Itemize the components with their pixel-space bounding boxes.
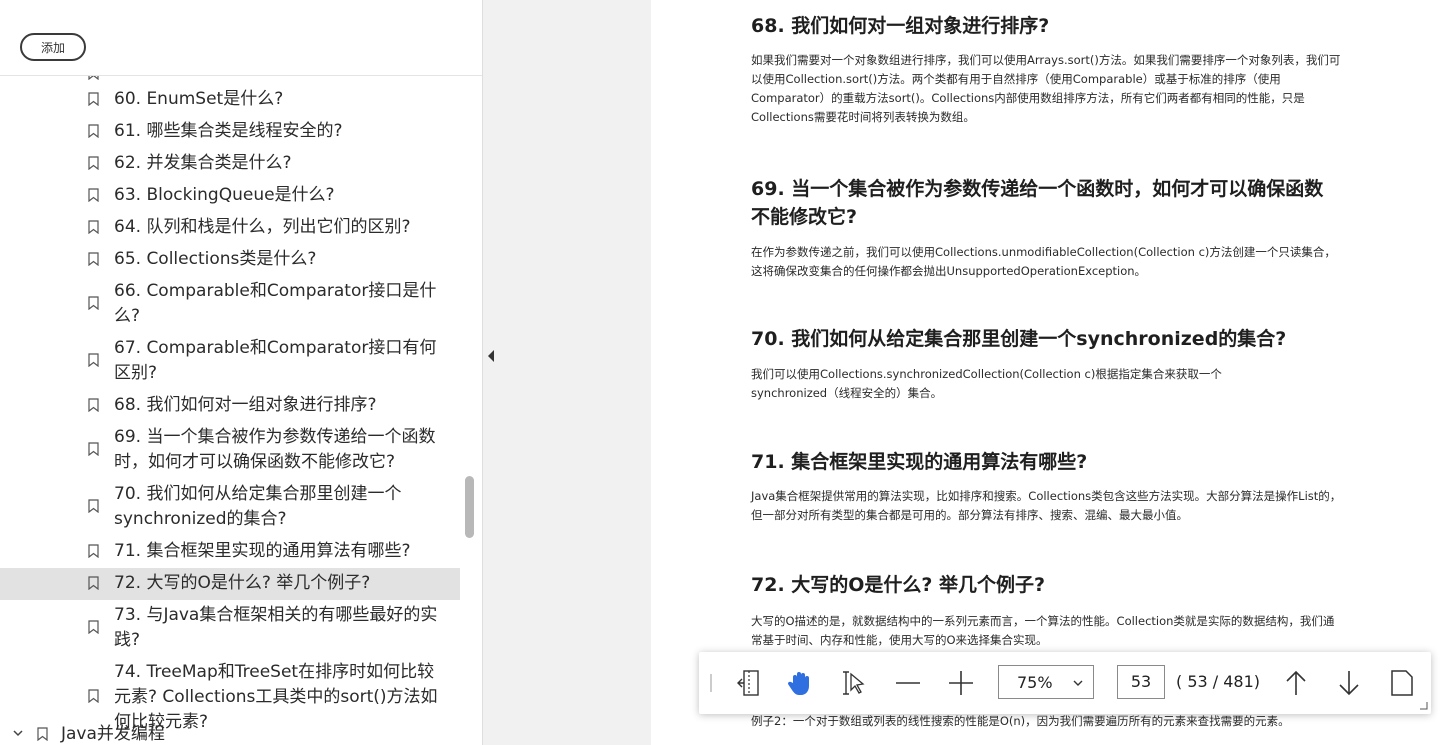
document-page: 68. 我们如何对一组对象进行排序? 如果我们需要对一个对象数组进行排序，我们可… — [651, 0, 1440, 745]
bookmark-icon — [88, 296, 99, 310]
bookmark-icon — [88, 220, 99, 234]
bookmark-icon — [88, 156, 99, 170]
section-body: 在作为参数传递之前，我们可以使用Collections.unmodifiable… — [751, 245, 1336, 278]
zoom-out-icon — [896, 682, 920, 684]
bookmark-icon — [88, 92, 99, 106]
bookmark-icon — [88, 442, 99, 456]
outline-item[interactable]: 60. EnumSet是什么? — [0, 84, 460, 116]
section-body-partial: 例子2：一个对于数组或列表的线性搜索的性能是O(n)，因为我们需要遍历所有的元素… — [751, 714, 1290, 728]
outline-item-label: 63. BlockingQueue是什么? — [114, 185, 335, 205]
section-body: 我们可以使用Collections.synchronizedCollection… — [751, 367, 1222, 400]
outline-list: 59. 哪些集合类提供对元素的随机访问? 60. EnumSet是什么? 61.… — [0, 64, 460, 739]
hand-tool-button[interactable] — [783, 666, 817, 700]
section-heading: 71. 集合框架里实现的通用算法有哪些? — [751, 451, 1088, 473]
hand-tool-icon — [787, 672, 809, 695]
outline-item[interactable]: 67. Comparable和Comparator接口有何区别? — [0, 333, 460, 390]
outline-sidebar: 59. 哪些集合类提供对元素的随机访问? 60. EnumSet是什么? 61.… — [0, 0, 483, 745]
toolbar-grip-icon[interactable] — [709, 674, 713, 692]
page-count: ( 53 / 481) — [1176, 672, 1261, 691]
outline-item[interactable]: 68. 我们如何对一组对象进行排序? — [0, 390, 460, 422]
outline-item[interactable]: 63. BlockingQueue是什么? — [0, 180, 460, 212]
section-body: 如果我们需要对一个对象数组进行排序，我们可以使用Arrays.sort()方法。… — [751, 53, 1341, 124]
zoom-select[interactable]: 75% — [998, 665, 1094, 699]
section-heading: 68. 我们如何对一组对象进行排序? — [751, 15, 1050, 37]
outline-section-java-concurrency[interactable]: Java并发编程 — [0, 722, 460, 745]
outline-item[interactable]: 61. 哪些集合类是线程安全的? — [0, 116, 460, 148]
add-bookmark-button[interactable]: 添加 — [20, 33, 86, 61]
outline-item-label: 70. 我们如何从给定集合那里创建一个synchronized的集合? — [114, 484, 402, 529]
outline-item[interactable]: 66. Comparable和Comparator接口是什么? — [0, 276, 460, 333]
section-heading: 72. 大写的O是什么? 举几个例子? — [751, 574, 1046, 596]
outline-item-label: 64. 队列和栈是什么，列出它们的区别? — [114, 217, 411, 237]
outline-item-label: 68. 我们如何对一组对象进行排序? — [114, 395, 377, 415]
bookmark-icon — [88, 124, 99, 138]
sidebar-header: 添加 — [0, 0, 482, 76]
outline-item-label: 72. 大写的O是什么? 举几个例子? — [114, 573, 371, 593]
outline-item-label: 60. EnumSet是什么? — [114, 89, 284, 109]
next-page-button[interactable] — [1332, 666, 1366, 700]
zoom-in-icon — [949, 671, 973, 695]
outline-item[interactable]: 69. 当一个集合被作为参数传递给一个函数时，如何才可以确保函数不能修改它? — [0, 422, 460, 479]
previous-page-button[interactable] — [1279, 666, 1313, 700]
sidebar-scrollbar-thumb[interactable] — [465, 476, 474, 538]
text-select-button[interactable] — [837, 666, 871, 700]
bookmark-icon — [88, 398, 99, 412]
text-select-icon — [843, 671, 865, 695]
sidebar-toggle-button[interactable] — [732, 666, 766, 700]
sidebar-toggle-icon — [737, 670, 759, 696]
fit-page-button[interactable] — [1385, 666, 1419, 700]
outline-item-label: 61. 哪些集合类是线程安全的? — [114, 121, 343, 141]
outline-item[interactable]: 64. 队列和栈是什么，列出它们的区别? — [0, 212, 460, 244]
zoom-in-button[interactable] — [944, 666, 978, 700]
collapse-sidebar-icon[interactable] — [486, 349, 496, 363]
zoom-out-button[interactable] — [891, 666, 925, 700]
outline-item-selected[interactable]: 72. 大写的O是什么? 举几个例子? — [0, 568, 460, 600]
bookmark-icon — [88, 353, 99, 367]
fit-page-icon — [1391, 670, 1413, 696]
outline-item-label: 62. 并发集合类是什么? — [114, 153, 292, 173]
outline-item-label: 73. 与Java集合框架相关的有哪些最好的实践? — [114, 605, 438, 650]
outline-item-label: 69. 当一个集合被作为参数传递给一个函数时，如何才可以确保函数不能修改它? — [114, 427, 436, 472]
section-heading: 69. 当一个集合被作为参数传递给一个函数时，如何才可以确保函数不能修改它? — [751, 178, 1324, 228]
zoom-value: 75% — [1017, 672, 1053, 692]
outline-item-label: 67. Comparable和Comparator接口有何区别? — [114, 338, 437, 383]
bookmark-icon — [88, 252, 99, 266]
bookmark-icon — [88, 620, 99, 634]
bookmark-icon — [88, 689, 99, 703]
outline-item-label: 65. Collections类是什么? — [114, 249, 317, 269]
outline-section-label: Java并发编程 — [61, 724, 165, 744]
chevron-down-icon[interactable] — [12, 728, 24, 738]
bookmark-icon — [37, 727, 48, 741]
outline-item[interactable]: 70. 我们如何从给定集合那里创建一个synchronized的集合? — [0, 479, 460, 536]
section-body: 大写的O描述的是，就数据结构中的一系列元素而言，一个算法的性能。Collecti… — [751, 614, 1335, 647]
chevron-down-icon — [1073, 680, 1083, 686]
outline-item[interactable]: 73. 与Java集合框架相关的有哪些最好的实践? — [0, 600, 460, 657]
bookmark-icon — [88, 499, 99, 513]
bookmark-icon — [88, 188, 99, 202]
page-number-input[interactable]: 53 — [1117, 665, 1165, 699]
section-body: Java集合框架提供常用的算法实现，比如排序和搜索。Collections类包含… — [751, 489, 1342, 522]
arrow-down-icon — [1339, 671, 1359, 696]
pdf-toolbar: 75% 53 ( 53 / 481) — [699, 652, 1431, 714]
arrow-up-icon — [1286, 670, 1306, 695]
outline-item[interactable]: 62. 并发集合类是什么? — [0, 148, 460, 180]
outline-item-label: 66. Comparable和Comparator接口是什么? — [114, 281, 437, 326]
bookmark-icon — [88, 544, 99, 558]
section-heading: 70. 我们如何从给定集合那里创建一个synchronized的集合? — [751, 328, 1287, 350]
outline-item[interactable]: 71. 集合框架里实现的通用算法有哪些? — [0, 536, 460, 568]
outline-item-label: 71. 集合框架里实现的通用算法有哪些? — [114, 541, 411, 561]
resize-corner-icon[interactable] — [1420, 702, 1428, 710]
bookmark-icon — [88, 576, 99, 590]
outline-item[interactable]: 65. Collections类是什么? — [0, 244, 460, 276]
